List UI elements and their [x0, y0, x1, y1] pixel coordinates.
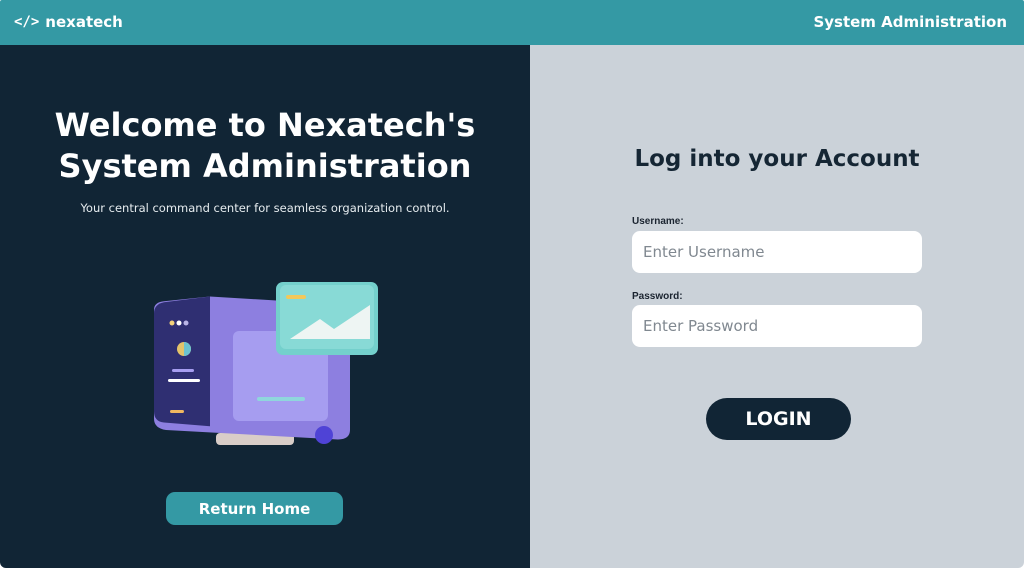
password-input[interactable]: [632, 305, 922, 347]
content-line: [257, 397, 305, 401]
username-label: Username:: [632, 216, 684, 227]
purple-dot: [315, 426, 333, 444]
monitor-sidebar: [154, 296, 210, 427]
welcome-panel: Welcome to Nexatech's System Administrat…: [0, 45, 530, 568]
welcome-heading: Welcome to Nexatech's System Administrat…: [0, 105, 530, 187]
top-header-bar: </> nexatech System Administration: [0, 0, 1024, 45]
computer-illustration: [154, 282, 378, 445]
password-label: Password:: [632, 291, 683, 302]
username-input[interactable]: [632, 231, 922, 273]
login-heading: Log into your Account: [634, 146, 920, 172]
sidebar-line-3: [170, 410, 184, 413]
welcome-subtitle: Your central command center for seamless…: [80, 201, 450, 215]
window-dot-1: [169, 320, 175, 326]
login-panel: Log into your Account Username: Password…: [530, 45, 1024, 568]
welcome-heading-line1: Welcome to Nexatech's: [54, 106, 476, 144]
header-section-title: System Administration: [813, 13, 1007, 31]
sidebar-line-1: [172, 369, 194, 372]
window-dot-3: [183, 320, 189, 326]
code-brackets-icon: </>: [14, 14, 40, 30]
image-card-tag: [286, 295, 306, 299]
brand-logo[interactable]: </> nexatech: [14, 13, 123, 31]
login-button[interactable]: LOGIN: [706, 398, 851, 440]
sidebar-line-2: [168, 379, 200, 382]
window-dot-2: [176, 320, 182, 326]
return-home-button[interactable]: Return Home: [166, 492, 343, 525]
brand-name: nexatech: [45, 13, 123, 31]
welcome-heading-line2: System Administration: [58, 147, 472, 185]
